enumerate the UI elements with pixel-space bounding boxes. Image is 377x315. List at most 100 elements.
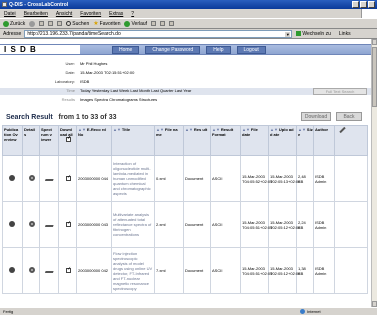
- vertical-scrollbar[interactable]: [371, 39, 377, 307]
- menu-file[interactable]: Datei: [4, 11, 16, 18]
- publication-icon[interactable]: [9, 221, 15, 227]
- download-checkbox[interactable]: [66, 267, 71, 273]
- details-magnifier-icon[interactable]: [29, 175, 35, 181]
- close-button[interactable]: [368, 1, 375, 8]
- go-label: Wechseln zu: [302, 30, 331, 37]
- record-cell: 2003000000 042: [76, 247, 112, 294]
- window-titlebar: Q-DIS - CrossLabControl: [0, 0, 377, 9]
- spectrum-icon[interactable]: [44, 221, 56, 227]
- results-label: Results: [61, 97, 75, 102]
- table-header-row: Publica tion Ov erview Detail s Spect ru…: [2, 125, 368, 156]
- refresh-button[interactable]: [48, 21, 54, 26]
- col-title[interactable]: ▲▼Title: [111, 125, 155, 156]
- nav-help[interactable]: Help: [206, 46, 231, 54]
- col-result-format[interactable]: ▲▼Result Format: [210, 125, 241, 156]
- laboratory-value: ISDB: [80, 79, 90, 84]
- spectrum-icon[interactable]: [44, 267, 56, 273]
- title-cell: Flow injection spectroscopic analysis of…: [111, 247, 155, 294]
- col-edit: [334, 125, 368, 156]
- format-cell: ASCII: [210, 201, 241, 248]
- search-result-title: Search Result: [6, 114, 53, 121]
- file-cell[interactable]: 2.xml: [154, 201, 184, 248]
- stop-icon: [39, 21, 45, 26]
- security-zone: Internet: [300, 309, 321, 314]
- results-filters[interactable]: Images Spectra Chromatograms Structures: [80, 97, 157, 102]
- isdb-logo: I S D B: [0, 45, 80, 54]
- details-cell: [22, 201, 40, 248]
- spectrum-icon[interactable]: [44, 175, 56, 181]
- file-cell[interactable]: 0.xml: [154, 155, 184, 202]
- back-button[interactable]: Zurück: [3, 20, 25, 27]
- address-bar: Adresse http://213.196.233.7/panda/timeS…: [0, 29, 377, 39]
- scroll-thumb[interactable]: [372, 47, 377, 107]
- mail-button[interactable]: [151, 21, 157, 26]
- laboratory-label: Laboratory:: [54, 79, 75, 84]
- maximize-button[interactable]: [360, 1, 367, 8]
- download-button[interactable]: Download: [301, 112, 331, 121]
- menu-tools[interactable]: Extras: [109, 11, 123, 18]
- menu-favorites[interactable]: Favoriten: [80, 11, 101, 18]
- home-button[interactable]: [57, 21, 63, 26]
- menu-help[interactable]: ?: [131, 11, 134, 18]
- details-magnifier-icon[interactable]: [29, 221, 35, 227]
- col-size[interactable]: ▲▼Siz e: [296, 125, 314, 156]
- stop-button[interactable]: [39, 21, 45, 26]
- size-cell: 2,48 KB: [296, 155, 314, 202]
- home-icon: [57, 21, 63, 26]
- chevron-down-icon[interactable]: ▼: [285, 31, 291, 37]
- nav-change-password[interactable]: Change Password: [145, 46, 201, 54]
- forward-button[interactable]: [29, 20, 36, 27]
- col-file-date[interactable]: ▲▼File date: [240, 125, 269, 156]
- col-result-label: Res ult: [193, 127, 208, 132]
- edit-icon: [169, 21, 175, 26]
- download-checkbox[interactable]: [66, 221, 71, 227]
- scroll-up-button[interactable]: [372, 39, 377, 45]
- search-button[interactable]: Suchen: [66, 21, 89, 27]
- time-label: Time: [66, 88, 75, 93]
- download-checkbox[interactable]: [66, 175, 71, 181]
- upload-date-cell: 15-Mar-2003 T02:05:12+02:00: [268, 201, 300, 248]
- file-cell[interactable]: 7.xml: [154, 247, 184, 294]
- col-details: Detail s: [22, 125, 40, 156]
- go-button[interactable]: Wechseln zu: [296, 31, 331, 37]
- print-button[interactable]: [160, 21, 166, 26]
- date-value: 15-Mar-2003 T02:15:51+02:00: [80, 70, 135, 75]
- spectrum-cell: [39, 201, 59, 248]
- address-input[interactable]: http://213.196.233.7/panda/timeSearch.do…: [24, 29, 293, 38]
- search-result-heading: Search Result from 1 to 33 of 33: [6, 114, 117, 121]
- edit-button[interactable]: [169, 21, 175, 26]
- full-text-search-button[interactable]: Full Text Search: [313, 88, 367, 95]
- col-e-record[interactable]: ▲▼E-Reco rd No: [76, 125, 112, 156]
- download-all-checkbox[interactable]: [66, 136, 71, 142]
- address-label: Adresse: [3, 30, 22, 37]
- record-cell: 2003000000 044: [76, 155, 112, 202]
- download-cell: [58, 247, 77, 294]
- globe-icon: [300, 309, 305, 314]
- time-filters[interactable]: Today Yesterday Last Week Last Month Las…: [80, 88, 191, 93]
- favorites-button[interactable]: ★ Favoriten: [93, 21, 120, 27]
- table-row: 2003000000 044 Interaction of oligonucle…: [2, 155, 368, 202]
- col-upload-date[interactable]: ▲▼Uplo ad d ate: [268, 125, 297, 156]
- menu-view[interactable]: Ansicht: [56, 11, 72, 18]
- address-value: http://213.196.233.7/panda/timeSearch.do: [27, 30, 121, 37]
- col-result[interactable]: ▲▼Res ult: [183, 125, 211, 156]
- nav-home[interactable]: Home: [112, 46, 140, 54]
- favorites-label: Favoriten: [99, 20, 121, 27]
- info-results-row: Results Images Spectra Chromatograms Str…: [0, 97, 371, 104]
- size-cell: 2,24 KB: [296, 201, 314, 248]
- download-cell: [58, 155, 77, 202]
- nav-logout[interactable]: Logout: [236, 46, 266, 54]
- publication-icon[interactable]: [9, 267, 15, 273]
- sort-icon: ▲▼: [185, 127, 193, 132]
- details-magnifier-icon[interactable]: [29, 267, 35, 273]
- minimize-button[interactable]: [352, 1, 359, 8]
- links-button[interactable]: Links: [339, 31, 351, 37]
- windows-logo-icon: [361, 9, 377, 18]
- back-page-button[interactable]: Back: [336, 112, 362, 121]
- menu-edit[interactable]: Bearbeiten: [24, 11, 48, 18]
- publication-icon[interactable]: [9, 175, 15, 181]
- col-file-name[interactable]: ▲▼File na me: [154, 125, 184, 156]
- history-button[interactable]: Verlauf: [124, 20, 147, 27]
- result-cell: Document: [183, 201, 211, 248]
- browser-toolbar: Zurück Suchen ★ Favoriten Verlauf: [0, 18, 377, 29]
